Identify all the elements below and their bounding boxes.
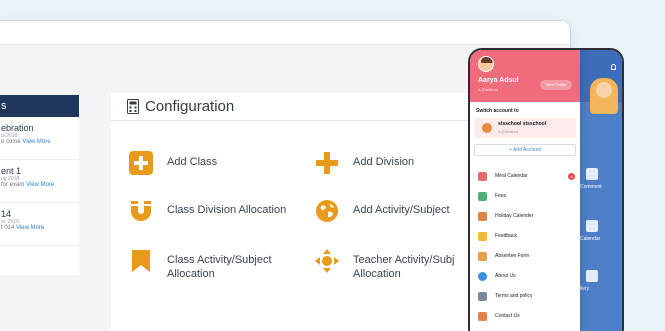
comment-icon — [586, 168, 598, 180]
switch-account-label: Switch account to — [476, 108, 519, 114]
plus-icon — [316, 152, 338, 174]
menu-label: Meal Calendar — [495, 173, 528, 179]
feedback-icon — [478, 231, 487, 241]
policy-icon — [478, 291, 487, 301]
menu-item-absentee-form[interactable]: Absentee Form — [470, 246, 580, 266]
menu-item-holiday-calender[interactable]: Holiday Calender — [470, 206, 580, 226]
view-more-link[interactable]: View More — [16, 225, 44, 231]
globe-icon — [316, 200, 338, 222]
app-background: Comment Calendar llery — [580, 50, 622, 331]
teacher-activity-subject-allocation-label: Teacher Activity/Subj Allocation — [353, 254, 455, 280]
menu-item-contact-us[interactable]: Contact Us — [470, 306, 580, 326]
menu-label: About Us — [495, 273, 516, 279]
bell-icon[interactable] — [611, 64, 616, 70]
menu-label: Terms and policy — [495, 293, 533, 299]
navigation-drawer: Aarya Adsul A (Division) View Profile Sw… — [470, 50, 580, 331]
menu-item-about-us[interactable]: About Us — [470, 266, 580, 286]
profile-header: Aarya Adsul A (Division) View Profile — [470, 50, 580, 102]
menu-label: Holiday Calender — [495, 213, 534, 219]
tile-label: Calendar — [580, 236, 601, 242]
move-arrows-icon — [315, 249, 339, 273]
add-class-button[interactable]: Add Class — [129, 151, 217, 175]
notice-desc: t 014 View More — [1, 225, 79, 231]
phone-mockup: Comment Calendar llery Aarya Adsul A (Di… — [468, 48, 624, 331]
notice-item[interactable]: 14 ec 2019 t 014 View More — [0, 203, 79, 246]
account-class: A (Division) — [498, 129, 519, 134]
tile-comment[interactable]: Comment — [580, 160, 622, 204]
account-avatar — [482, 123, 492, 133]
view-more-link[interactable]: View More — [22, 139, 50, 145]
class-division-allocation-button[interactable]: Class Division Allocation — [129, 199, 286, 223]
notice-title: ent 1 — [1, 166, 22, 176]
view-more-link[interactable]: View More — [26, 182, 54, 188]
calendar-icon — [586, 220, 598, 232]
class-activity-subject-allocation-label: Class Activity/Subject Allocation — [167, 254, 272, 280]
user-class: A (Division) — [478, 87, 499, 92]
tile-gallery[interactable]: llery — [580, 262, 622, 306]
notice-title: 14 — [1, 209, 12, 219]
menu-item-fees[interactable]: Fees — [470, 186, 580, 206]
add-division-label: Add Division — [353, 156, 415, 168]
class-division-allocation-label: Class Division Allocation — [167, 204, 287, 216]
calculator-icon — [127, 99, 139, 114]
menu-item-feedback[interactable]: Feedback — [470, 226, 580, 246]
add-division-button[interactable]: Add Division — [315, 151, 414, 175]
menu-label: Fees — [495, 193, 507, 199]
menu-label: Absentee Form — [495, 253, 530, 259]
class-activity-subject-allocation-button[interactable]: Class Activity/Subject Allocation — [129, 249, 287, 281]
notice-desc: for exam View More — [1, 182, 79, 188]
notice-text: t 014 — [1, 225, 15, 231]
notices-panel: s ebration ul 2018 o come View More ent … — [0, 95, 79, 275]
drawer-menu: Meal Calendar 4 Fees Holiday Calender Fe… — [470, 166, 580, 326]
account-name: stsschool stsschool — [498, 121, 547, 127]
menu-item-meal-calendar[interactable]: Meal Calendar 4 — [470, 166, 580, 186]
app-header — [580, 50, 622, 114]
kid-illustration — [590, 78, 618, 114]
user-name: Aarya Adsul — [478, 77, 519, 84]
info-icon — [478, 271, 487, 281]
notice-item[interactable]: ent 1 ug 2018 for exam View More — [0, 160, 79, 203]
notice-desc: o come View More — [1, 139, 79, 145]
window-title-bar — [0, 21, 570, 45]
absentee-form-icon — [478, 251, 487, 261]
tile-calendar[interactable]: Calendar — [580, 212, 622, 256]
page-title: Configuration — [145, 98, 235, 115]
add-activity-subject-button[interactable]: Add Activity/Subject — [315, 199, 450, 223]
magnet-icon — [131, 201, 151, 221]
notice-title: ebration — [1, 123, 34, 133]
menu-label: Contact Us — [495, 313, 520, 319]
menu-item-terms-and-policy[interactable]: Terms and policy — [470, 286, 580, 306]
bookmark-icon — [132, 250, 150, 272]
notices-header: s — [0, 95, 79, 117]
teacher-activity-subject-allocation-button[interactable]: Teacher Activity/Subj Allocation — [315, 249, 463, 281]
gallery-icon — [586, 270, 598, 282]
tile-label: Comment — [580, 184, 602, 190]
view-profile-button[interactable]: View Profile — [540, 80, 572, 90]
meal-calendar-icon — [478, 171, 487, 181]
add-account-button[interactable]: + Add Account — [474, 144, 576, 156]
notification-badge: 4 — [568, 172, 575, 180]
phone-icon — [478, 311, 487, 321]
holiday-calendar-icon — [478, 211, 487, 221]
add-activity-subject-label: Add Activity/Subject — [353, 204, 450, 216]
tile-label: llery — [580, 286, 590, 292]
menu-label: Feedback — [495, 233, 517, 239]
notice-item[interactable]: ebration ul 2018 o come View More — [0, 117, 79, 160]
avatar[interactable] — [478, 56, 494, 72]
plus-box-icon — [129, 151, 153, 175]
fees-icon — [478, 191, 487, 201]
notice-text: for exam — [1, 182, 25, 188]
account-item[interactable]: stsschool stsschool A (Division) — [474, 118, 576, 138]
add-class-label: Add Class — [167, 156, 218, 168]
notice-text: o come — [1, 139, 21, 145]
